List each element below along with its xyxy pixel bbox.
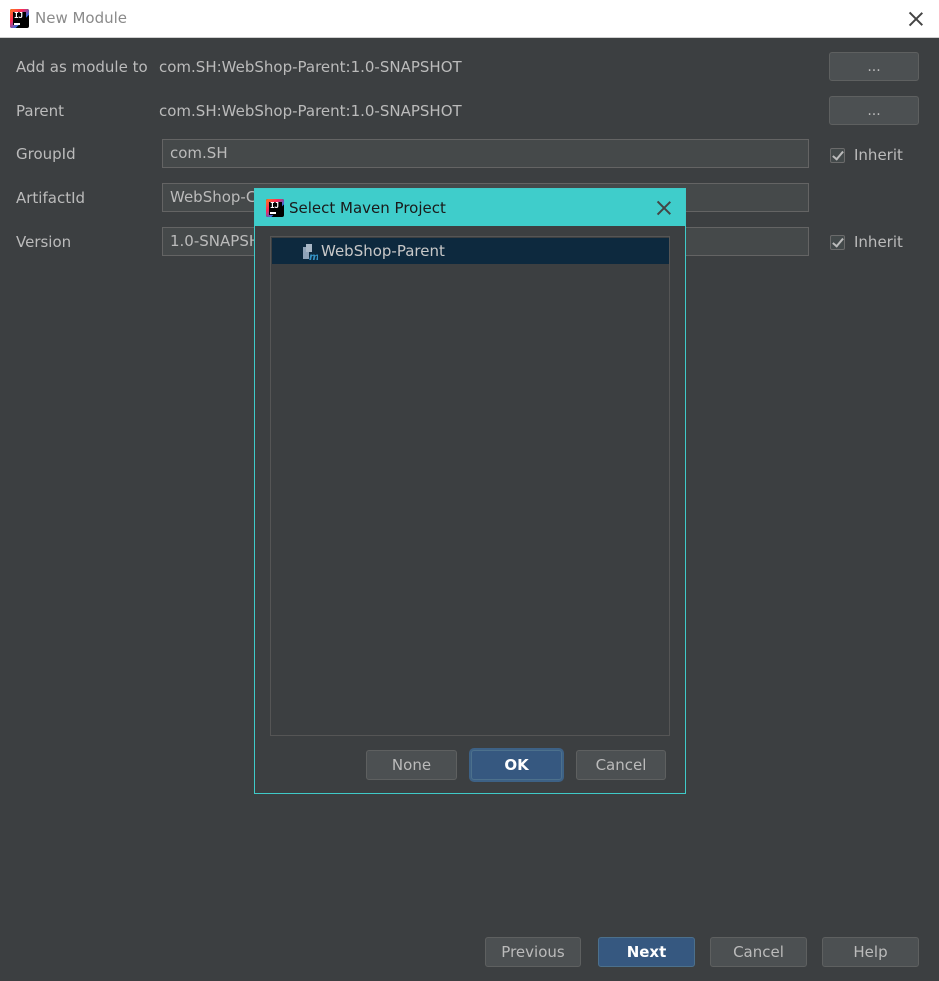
checkbox-checked-icon[interactable]	[830, 234, 845, 250]
parent-label: Parent	[16, 102, 65, 120]
window-close-icon[interactable]	[908, 11, 924, 27]
version-label: Version	[16, 233, 72, 251]
groupid-inherit-label: Inherit	[854, 146, 903, 164]
version-inherit-label: Inherit	[854, 233, 903, 251]
parent-value: com.SH:WebShop-Parent:1.0-SNAPSHOT	[159, 102, 462, 120]
add-as-module-value: com.SH:WebShop-Parent:1.0-SNAPSHOT	[159, 58, 462, 76]
parent-browse-button[interactable]: ...	[829, 96, 919, 125]
help-button[interactable]: Help	[822, 937, 919, 967]
window-titlebar: IJ New Module	[0, 0, 939, 38]
version-inherit-checkbox[interactable]: Inherit	[830, 233, 903, 251]
select-maven-project-dialog: IJ Select Maven Project m WebShop-Parent…	[254, 188, 686, 794]
next-button[interactable]: Next	[598, 937, 695, 967]
groupid-field[interactable]: com.SH	[162, 139, 809, 168]
dialog-title: Select Maven Project	[289, 199, 446, 217]
groupid-inherit-checkbox[interactable]: Inherit	[830, 146, 903, 164]
maven-module-icon: m	[303, 244, 318, 261]
add-as-module-label: Add as module to	[16, 58, 148, 76]
previous-button[interactable]: Previous	[485, 937, 581, 967]
dialog-cancel-button[interactable]: Cancel	[576, 750, 666, 780]
tree-item[interactable]: m WebShop-Parent	[272, 238, 669, 264]
maven-project-tree[interactable]: m WebShop-Parent	[270, 236, 670, 736]
ok-button[interactable]: OK	[471, 750, 562, 780]
cancel-button[interactable]: Cancel	[710, 937, 807, 967]
checkbox-checked-icon[interactable]	[830, 147, 845, 163]
artifactid-label: ArtifactId	[16, 189, 86, 207]
svg-text:m: m	[309, 252, 318, 261]
add-as-module-browse-button[interactable]: ...	[829, 52, 919, 81]
none-button[interactable]: None	[366, 750, 457, 780]
groupid-label: GroupId	[16, 145, 76, 163]
window-title: New Module	[35, 9, 128, 27]
dialog-close-icon[interactable]	[656, 200, 672, 216]
dialog-titlebar: IJ Select Maven Project	[255, 189, 685, 226]
tree-item-label: WebShop-Parent	[321, 242, 445, 260]
intellij-app-icon: IJ	[10, 9, 29, 28]
intellij-app-icon: IJ	[266, 199, 284, 217]
